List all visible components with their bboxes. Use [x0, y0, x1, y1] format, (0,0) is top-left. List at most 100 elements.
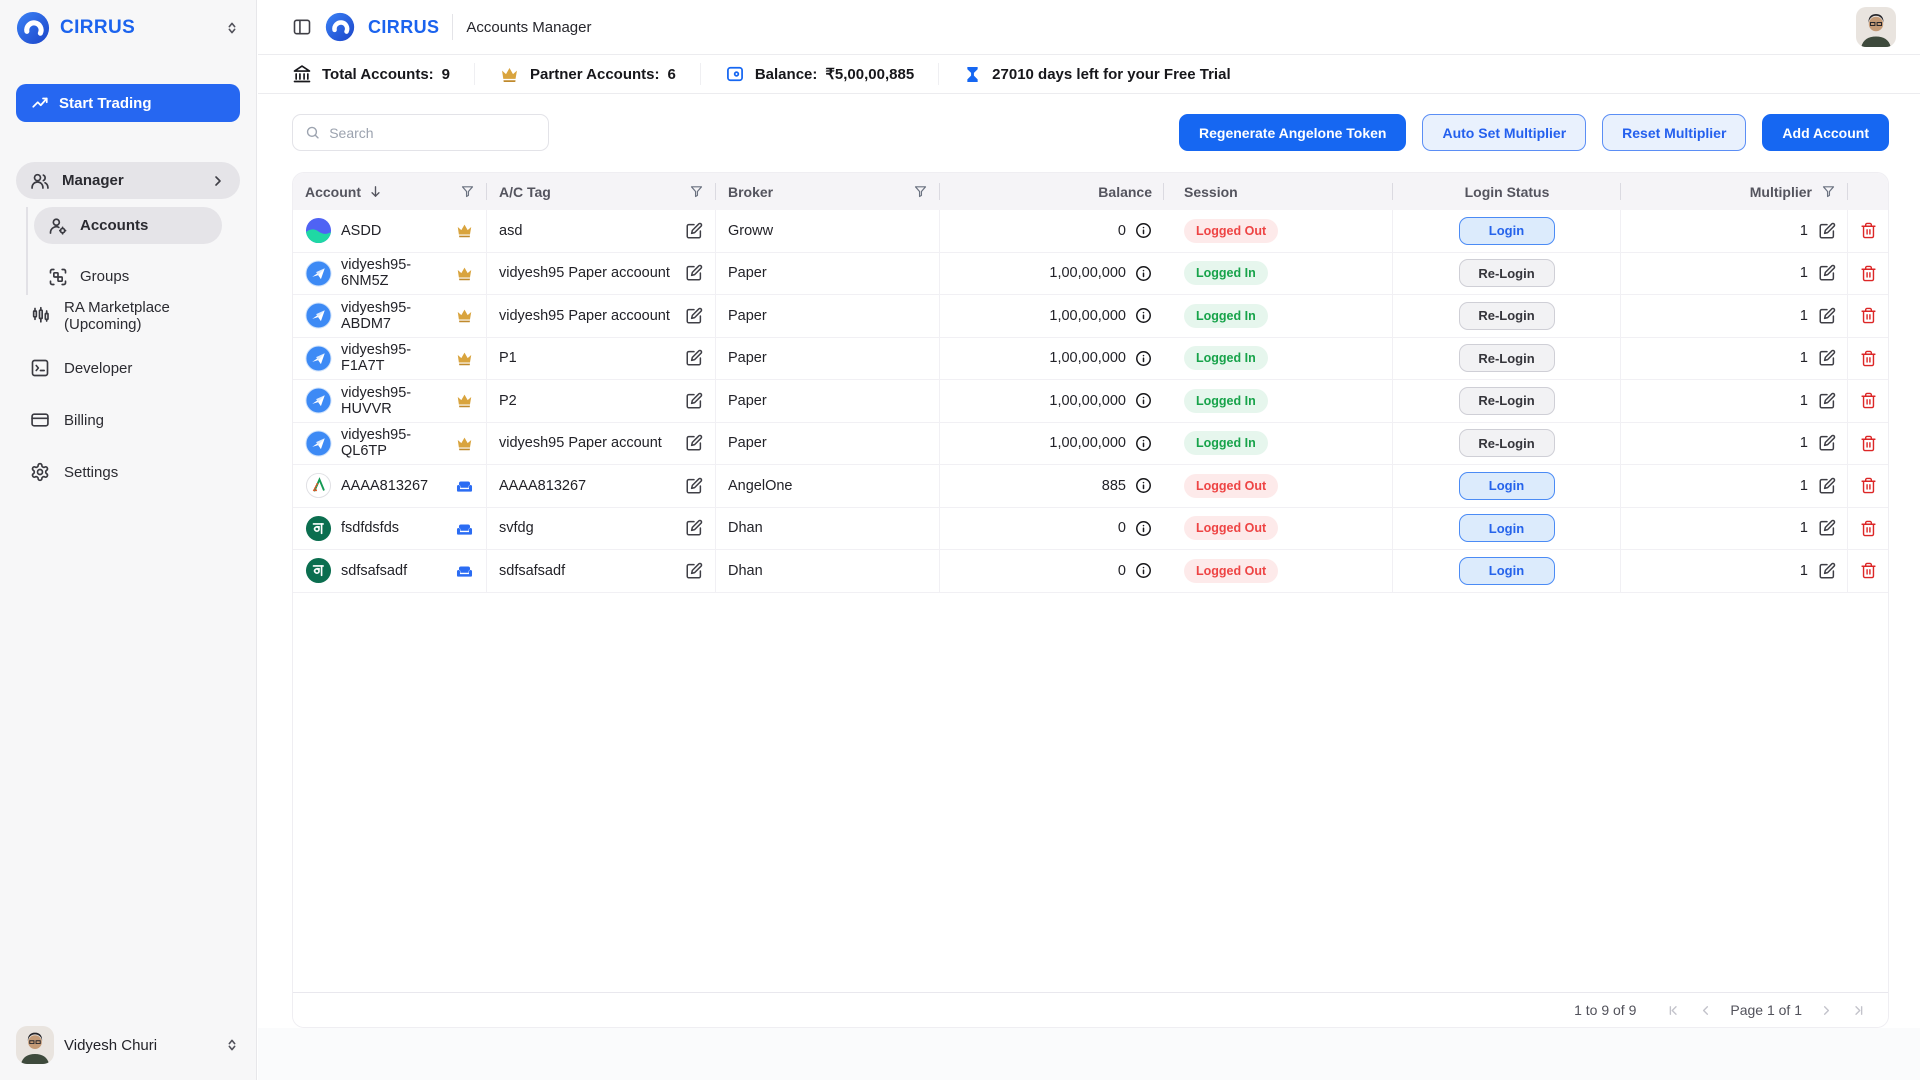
filter-icon[interactable] — [1821, 184, 1836, 199]
sidebar-item-settings[interactable]: Settings — [16, 451, 240, 493]
delete-account-icon[interactable] — [1860, 477, 1877, 494]
sidebar-item-groups[interactable]: Groups — [34, 258, 222, 295]
edit-tag-icon[interactable] — [685, 519, 703, 537]
column-header-broker[interactable]: Broker — [716, 173, 940, 210]
sidebar-item-ra-marketplace[interactable]: RA Marketplace (Upcoming) — [16, 295, 240, 337]
edit-multiplier-icon[interactable] — [1818, 562, 1836, 580]
login-status-cell: Re-Login — [1393, 253, 1621, 295]
account-cell: sdfsafsadf — [293, 550, 487, 592]
user-menu-chevrons-icon[interactable] — [224, 1037, 240, 1053]
login-button[interactable]: Login — [1459, 514, 1555, 542]
sidebar-item-manager[interactable]: Manager — [16, 162, 240, 199]
reset-multiplier-button[interactable]: Reset Multiplier — [1602, 114, 1746, 151]
edit-multiplier-icon[interactable] — [1818, 392, 1836, 410]
delete-account-icon[interactable] — [1860, 520, 1877, 537]
info-icon[interactable] — [1135, 477, 1152, 494]
filter-icon[interactable] — [460, 184, 475, 199]
edit-multiplier-icon[interactable] — [1818, 264, 1836, 282]
info-icon[interactable] — [1135, 307, 1152, 324]
delete-account-icon[interactable] — [1860, 562, 1877, 579]
broker-logo-icon — [305, 387, 332, 414]
info-icon[interactable] — [1135, 562, 1152, 579]
balance-value: 1,00,00,000 — [1049, 308, 1126, 324]
broker-cell: Paper — [716, 423, 940, 465]
edit-multiplier-icon[interactable] — [1818, 477, 1836, 495]
add-account-button[interactable]: Add Account — [1762, 114, 1889, 151]
delete-account-icon[interactable] — [1860, 265, 1877, 282]
next-page-icon[interactable] — [1819, 1003, 1834, 1018]
login-status-cell: Login — [1393, 465, 1621, 507]
info-icon[interactable] — [1135, 350, 1152, 367]
account-cell: vidyesh95-HUVVR — [293, 380, 487, 422]
multiplier-value: 1 — [1800, 223, 1808, 239]
child-account-icon — [455, 519, 474, 538]
group-icon — [48, 267, 68, 287]
edit-tag-icon[interactable] — [685, 307, 703, 325]
filter-icon[interactable] — [913, 184, 928, 199]
main-content: CIRRUS Accounts Manager Total Accounts: … — [258, 0, 1920, 1080]
column-header-account[interactable]: Account — [293, 173, 487, 210]
stat-total-accounts: Total Accounts: 9 — [292, 63, 475, 85]
delete-account-icon[interactable] — [1860, 435, 1877, 452]
account-type-icon — [455, 434, 474, 453]
edit-multiplier-icon[interactable] — [1818, 519, 1836, 537]
account-type-icon — [455, 349, 474, 368]
login-button[interactable]: Re-Login — [1459, 344, 1555, 372]
edit-tag-icon[interactable] — [685, 222, 703, 240]
edit-tag-icon[interactable] — [685, 264, 703, 282]
info-icon[interactable] — [1135, 222, 1152, 239]
auto-set-multiplier-button[interactable]: Auto Set Multiplier — [1422, 114, 1586, 151]
session-cell: Logged In — [1164, 295, 1393, 337]
edit-multiplier-icon[interactable] — [1818, 307, 1836, 325]
sidebar-item-developer[interactable]: Developer — [16, 347, 240, 389]
first-page-icon[interactable] — [1666, 1003, 1681, 1018]
login-button[interactable]: Re-Login — [1459, 429, 1555, 457]
edit-tag-icon[interactable] — [685, 562, 703, 580]
sidebar-item-accounts[interactable]: Accounts — [34, 207, 222, 244]
sidebar-toggle-icon[interactable] — [292, 17, 312, 37]
multiplier-value: 1 — [1800, 520, 1808, 536]
column-header-ac-tag[interactable]: A/C Tag — [487, 173, 716, 210]
edit-tag-icon[interactable] — [685, 434, 703, 452]
info-icon[interactable] — [1135, 435, 1152, 452]
user-avatar — [16, 1026, 54, 1064]
login-button[interactable]: Re-Login — [1459, 302, 1555, 330]
login-button[interactable]: Login — [1459, 557, 1555, 585]
delete-account-icon[interactable] — [1860, 392, 1877, 409]
info-icon[interactable] — [1135, 265, 1152, 282]
login-button[interactable]: Login — [1459, 472, 1555, 500]
login-status-cell: Login — [1393, 210, 1621, 252]
edit-multiplier-icon[interactable] — [1818, 349, 1836, 367]
broker-name: AngelOne — [728, 478, 793, 494]
toolbar: Regenerate Angelone Token Auto Set Multi… — [258, 94, 1920, 172]
column-header-multiplier[interactable]: Multiplier — [1621, 173, 1848, 210]
sidebar-collapse-icon[interactable] — [224, 20, 240, 36]
account-type-icon — [455, 391, 474, 410]
edit-multiplier-icon[interactable] — [1818, 222, 1836, 240]
profile-avatar[interactable] — [1856, 7, 1896, 47]
delete-account-icon[interactable] — [1860, 307, 1877, 324]
multiplier-value: 1 — [1800, 393, 1808, 409]
login-button[interactable]: Re-Login — [1459, 259, 1555, 287]
last-page-icon[interactable] — [1851, 1003, 1866, 1018]
edit-tag-icon[interactable] — [685, 392, 703, 410]
sort-desc-icon[interactable] — [368, 184, 383, 199]
info-icon[interactable] — [1135, 392, 1152, 409]
delete-account-icon[interactable] — [1860, 222, 1877, 239]
login-button[interactable]: Login — [1459, 217, 1555, 245]
previous-page-icon[interactable] — [1698, 1003, 1713, 1018]
delete-cell — [1848, 295, 1888, 337]
info-icon[interactable] — [1135, 520, 1152, 537]
sidebar-user[interactable]: Vidyesh Churi — [0, 1012, 256, 1080]
edit-tag-icon[interactable] — [685, 349, 703, 367]
edit-tag-icon[interactable] — [685, 477, 703, 495]
regenerate-angelone-token-button[interactable]: Regenerate Angelone Token — [1179, 114, 1406, 151]
delete-account-icon[interactable] — [1860, 350, 1877, 367]
search-input[interactable] — [329, 125, 536, 141]
sidebar-item-billing[interactable]: Billing — [16, 399, 240, 441]
delete-cell — [1848, 338, 1888, 380]
edit-multiplier-icon[interactable] — [1818, 434, 1836, 452]
login-button[interactable]: Re-Login — [1459, 387, 1555, 415]
start-trading-button[interactable]: Start Trading — [16, 84, 240, 122]
filter-icon[interactable] — [689, 184, 704, 199]
